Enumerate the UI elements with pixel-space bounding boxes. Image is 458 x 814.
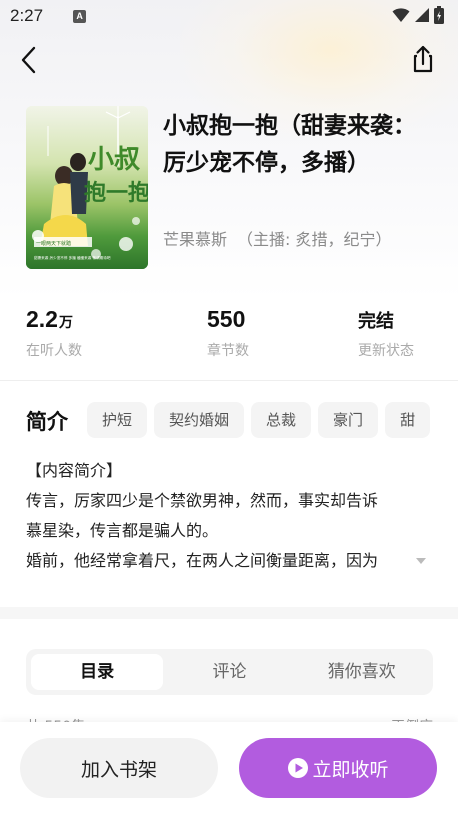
battery-icon xyxy=(434,6,444,24)
book-narrator: （主播: 炙措，纪宁） xyxy=(237,230,392,249)
book-cover[interactable]: 小叔 抱一抱 一眼两天下就踏 甜妻来袭 厉少宠不停 多播 缓缓来袭 敬请期待吧 xyxy=(26,106,148,269)
back-arrow-icon xyxy=(21,46,36,74)
status-bar: 2:27 A xyxy=(0,0,458,32)
cover-tagline: 甜妻来袭 厉少宠不停 多播 缓缓来袭 敬请期待吧 xyxy=(34,255,111,260)
tag-list[interactable]: 护短 契约婚姻 总裁 豪门甜 xyxy=(87,402,430,440)
stat-listeners-unit: 万 xyxy=(58,314,73,330)
signal-icon xyxy=(415,8,429,22)
status-time: 2:27 xyxy=(10,6,44,25)
listen-now-button[interactable]: 立即收听 xyxy=(239,738,437,798)
stats-row: 2.2万 在听人数 550 章节数 完结 更新状态 xyxy=(0,306,458,368)
stat-listeners-label: 在听人数 xyxy=(26,343,82,359)
cover-title-2: 抱一抱 xyxy=(84,180,148,206)
book-author-line: 芒果慕斯 （主播: 炙措，纪宁） xyxy=(163,226,443,250)
tag-chip[interactable]: 总裁 xyxy=(251,402,312,438)
stat-status-value: 完结 xyxy=(358,311,394,332)
cover-art: 小叔 抱一抱 一眼两天下就踏 甜妻来袭 厉少宠不停 多播 缓缓来袭 敬请期待吧 xyxy=(26,106,148,269)
section-separator xyxy=(0,607,458,619)
tab-comments[interactable]: 评论 xyxy=(163,654,295,690)
synopsis-line: 慕星染，传言都是骗人的。 xyxy=(26,521,219,540)
wifi-icon xyxy=(392,8,410,22)
app-notification-icon: A xyxy=(73,9,87,23)
divider xyxy=(0,380,458,381)
intro-heading: 简介 xyxy=(26,410,68,434)
stat-chapters-label: 章节数 xyxy=(207,343,249,359)
tag-chip[interactable]: 豪门 xyxy=(318,402,379,438)
stat-listeners: 2.2万 在听人数 xyxy=(26,306,82,360)
tab-catalog[interactable]: 目录 xyxy=(31,654,164,690)
synopsis-line: 传言，厉家四少是个禁欲男神，然而，事实却告诉 xyxy=(26,491,379,510)
play-icon xyxy=(288,758,309,778)
cover-title-1: 小叔 xyxy=(88,145,141,175)
tag-chip[interactable]: 护短 xyxy=(87,402,148,438)
intro-row: 简介 护短 契约婚姻 总裁 豪门甜 xyxy=(0,402,458,440)
status-icons xyxy=(392,6,444,24)
stat-listeners-value: 2.2 xyxy=(26,306,58,332)
stat-status: 完结 更新状态 xyxy=(358,306,414,360)
bottom-action-bar: 加入书架 立即收听 xyxy=(0,722,458,814)
stat-chapters-value: 550 xyxy=(207,306,246,332)
nav-bar xyxy=(0,38,458,82)
stat-status-label: 更新状态 xyxy=(358,343,414,359)
cover-banner: 一眼两天下就踏 xyxy=(36,240,71,247)
back-button[interactable] xyxy=(14,42,48,76)
book-author: 芒果慕斯 xyxy=(163,230,228,249)
synopsis-line: 【内容简介】 xyxy=(26,461,123,480)
share-icon xyxy=(413,45,433,73)
synopsis[interactable]: 【内容简介】 传言，厉家四少是个禁欲男神，然而，事实却告诉 慕星染，传言都是骗人… xyxy=(26,456,436,576)
tag-chip[interactable]: 甜 xyxy=(385,402,430,438)
tag-chip[interactable]: 契约婚姻 xyxy=(154,402,245,438)
expand-arrow-icon[interactable] xyxy=(416,558,426,564)
share-button[interactable] xyxy=(406,42,440,76)
add-to-shelf-button[interactable]: 加入书架 xyxy=(20,738,218,798)
stat-chapters: 550 章节数 xyxy=(207,306,249,360)
listen-now-label: 立即收听 xyxy=(312,758,389,781)
book-title: 小叔抱一抱（甜妻来袭：厉少宠不停，多播） xyxy=(163,113,416,176)
tab-recommend[interactable]: 猜你喜欢 xyxy=(296,654,428,690)
tab-bar: 目录 评论 猜你喜欢 xyxy=(26,649,433,695)
synopsis-last-row: 婚前，他经常拿着尺，在两人之间衡量距离，因为 xyxy=(26,546,426,576)
synopsis-line: 婚前，他经常拿着尺，在两人之间衡量距离，因为 xyxy=(26,551,379,570)
